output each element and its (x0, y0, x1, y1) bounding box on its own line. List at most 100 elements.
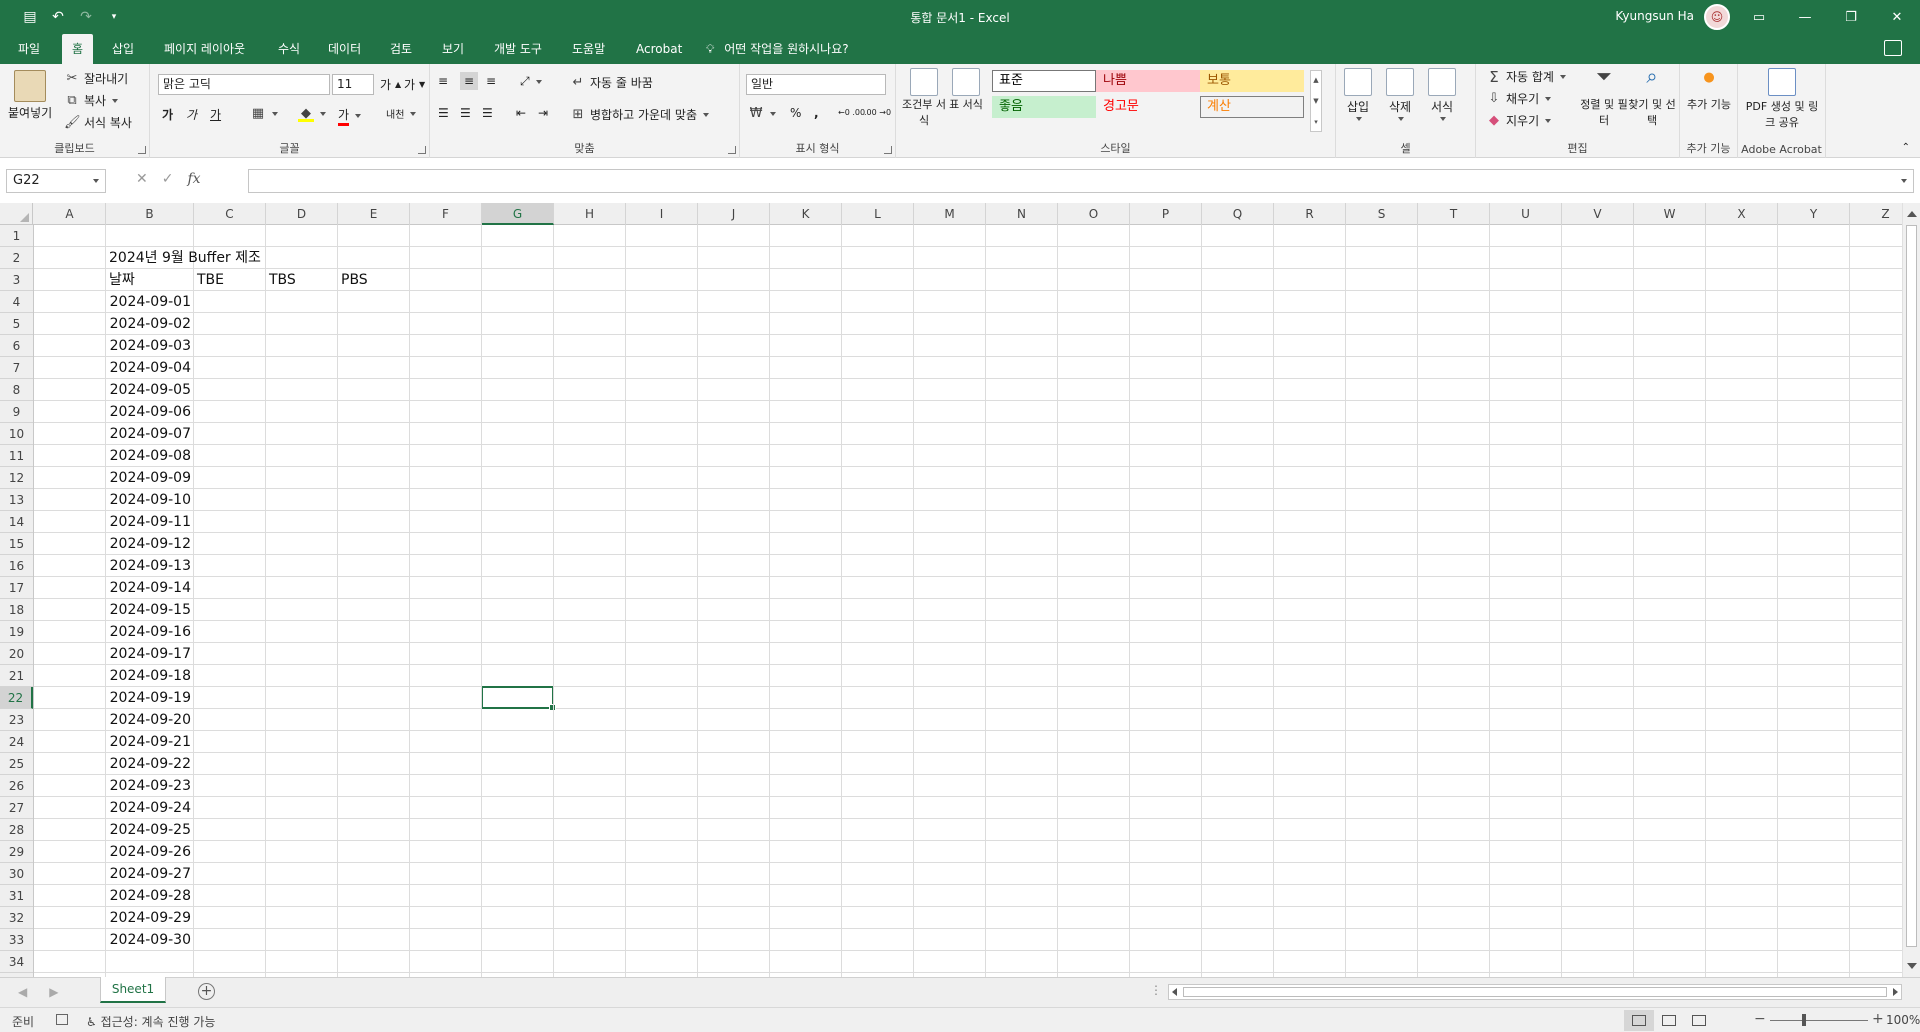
increase-indent-icon[interactable]: ⇥ (538, 106, 548, 120)
cell-b11[interactable]: 2024-09-08 (106, 445, 194, 467)
avatar[interactable]: ☺ (1704, 4, 1730, 30)
cell-b21[interactable]: 2024-09-18 (106, 665, 194, 687)
dialog-launcher-icon[interactable] (138, 146, 146, 154)
tab-review[interactable]: 검토 (380, 34, 422, 64)
column-header-d[interactable]: D (266, 203, 338, 225)
cell-style-4[interactable]: 경고문 (1096, 96, 1200, 118)
autosum-button[interactable]: Σ 자동 합계 (1486, 68, 1566, 85)
column-header-z[interactable]: Z (1850, 203, 1902, 225)
gallery-scroll[interactable]: ▲ ▼ ▾ (1310, 70, 1322, 132)
redo-icon[interactable]: ↷ (74, 7, 98, 27)
comments-icon[interactable] (1884, 40, 1902, 56)
comma-button[interactable]: , (814, 106, 819, 120)
column-header-r[interactable]: R (1274, 203, 1346, 225)
cell-b33[interactable]: 2024-09-30 (106, 929, 194, 951)
percent-button[interactable]: % (790, 106, 801, 120)
column-header-b[interactable]: B (106, 203, 194, 225)
zoom-slider-thumb[interactable] (1802, 1014, 1806, 1026)
row-header-12[interactable]: 12 (0, 467, 33, 489)
cut-button[interactable]: ✂ 잘라내기 (64, 70, 129, 87)
delete-cells-button[interactable]: 삭제 (1386, 68, 1414, 121)
font-size-select[interactable]: 11 (332, 74, 374, 95)
cell-b9[interactable]: 2024-09-06 (106, 401, 194, 423)
column-header-e[interactable]: E (338, 203, 410, 225)
more-icon[interactable]: ▾ (1314, 118, 1318, 126)
cell-b27[interactable]: 2024-09-24 (106, 797, 194, 819)
conditional-format-button[interactable]: 조건부 서식 (902, 68, 946, 128)
font-name-select[interactable]: 맑은 고딕 (158, 74, 330, 95)
align-right-icon[interactable]: ☰ (482, 106, 493, 120)
column-header-h[interactable]: H (554, 203, 626, 225)
tab-formulas[interactable]: 수식 (268, 34, 310, 64)
row-header-34[interactable]: 34 (0, 951, 33, 973)
normal-view-button[interactable] (1624, 1010, 1654, 1031)
row-header-7[interactable]: 7 (0, 357, 33, 379)
close-icon[interactable]: ✕ (1874, 0, 1920, 34)
expand-formula-icon[interactable] (1901, 179, 1907, 183)
column-header-t[interactable]: T (1418, 203, 1490, 225)
vertical-scroll-thumb[interactable] (1906, 225, 1917, 947)
cell-b24[interactable]: 2024-09-21 (106, 731, 194, 753)
prev-sheet-icon[interactable]: ◀ (18, 985, 27, 999)
cell-b22[interactable]: 2024-09-19 (106, 687, 194, 709)
user-name[interactable]: Kyungsun Ha (1615, 9, 1694, 23)
active-cell-selection[interactable] (481, 686, 556, 711)
cell-b28[interactable]: 2024-09-25 (106, 819, 194, 841)
dialog-launcher-icon[interactable] (728, 146, 736, 154)
decrease-font-icon[interactable]: 가 ▼ (404, 76, 425, 93)
row-header-8[interactable]: 8 (0, 379, 33, 401)
page-break-view-button[interactable] (1684, 1010, 1714, 1031)
borders-button[interactable]: ▦ (250, 106, 278, 122)
chevron-down-icon[interactable] (93, 179, 99, 183)
cell-b7[interactable]: 2024-09-04 (106, 357, 194, 379)
column-header-w[interactable]: W (1634, 203, 1706, 225)
scroll-down-icon[interactable] (1907, 963, 1917, 969)
row-header-33[interactable]: 33 (0, 929, 33, 951)
cell-style-5[interactable]: 계산 (1200, 96, 1304, 118)
chevron-up-icon[interactable]: ▲ (1313, 76, 1318, 84)
column-header-c[interactable]: C (194, 203, 266, 225)
fill-button[interactable]: ⇩ 채우기 (1486, 90, 1552, 107)
italic-button[interactable]: 가 (186, 106, 197, 123)
cells-area[interactable]: 2024년 9월 Buffer 제조 날짜 TBE TBS PBS 2024-09-01 2… (34, 225, 1902, 977)
row-header-14[interactable]: 14 (0, 511, 33, 533)
orientation-icon[interactable]: ⤢ (520, 74, 542, 89)
tab-file[interactable]: 파일 (8, 34, 50, 64)
formula-input[interactable] (248, 169, 1914, 193)
cell-b4[interactable]: 2024-09-01 (106, 291, 194, 313)
row-header-21[interactable]: 21 (0, 665, 33, 687)
next-sheet-icon[interactable]: ▶ (49, 985, 58, 999)
cell-style-2[interactable]: 보통 (1200, 70, 1304, 92)
ribbon-display-icon[interactable]: ▭ (1736, 0, 1782, 34)
row-header-15[interactable]: 15 (0, 533, 33, 555)
column-header-s[interactable]: S (1346, 203, 1418, 225)
cell-b14[interactable]: 2024-09-11 (106, 511, 194, 533)
scroll-up-icon[interactable] (1907, 211, 1917, 217)
scroll-right-icon[interactable] (1893, 988, 1898, 996)
horizontal-scroll-thumb[interactable] (1183, 987, 1887, 997)
row-header-19[interactable]: 19 (0, 621, 33, 643)
row-header-29[interactable]: 29 (0, 841, 33, 863)
tab-home[interactable]: 홈 (62, 34, 94, 64)
fill-color-button[interactable]: ◆ (298, 106, 326, 122)
cell-b5[interactable]: 2024-09-02 (106, 313, 194, 335)
insert-cells-button[interactable]: 삽입 (1344, 68, 1372, 121)
clear-button[interactable]: ◆ 지우기 (1486, 112, 1552, 129)
column-header-o[interactable]: O (1058, 203, 1130, 225)
tell-me-search[interactable]: 💡︎ 어떤 작업을 원하시나요? (706, 34, 849, 64)
decrease-indent-icon[interactable]: ⇤ (516, 106, 526, 120)
cell-b32[interactable]: 2024-09-29 (106, 907, 194, 929)
tab-developer[interactable]: 개발 도구 (484, 34, 552, 64)
cell-b31[interactable]: 2024-09-28 (106, 885, 194, 907)
row-header-6[interactable]: 6 (0, 335, 33, 357)
insert-function-icon[interactable]: fx (187, 171, 200, 187)
scroll-left-icon[interactable] (1172, 988, 1177, 996)
font-color-button[interactable]: 가 (338, 106, 362, 126)
cell-b10[interactable]: 2024-09-07 (106, 423, 194, 445)
tab-insert[interactable]: 삽입 (102, 34, 144, 64)
row-header-10[interactable]: 10 (0, 423, 33, 445)
column-header-v[interactable]: V (1562, 203, 1634, 225)
wrap-text-button[interactable]: ↵ 자동 줄 바꿈 (570, 74, 653, 91)
zoom-level[interactable]: 100% (1886, 1013, 1920, 1027)
row-header-13[interactable]: 13 (0, 489, 33, 511)
